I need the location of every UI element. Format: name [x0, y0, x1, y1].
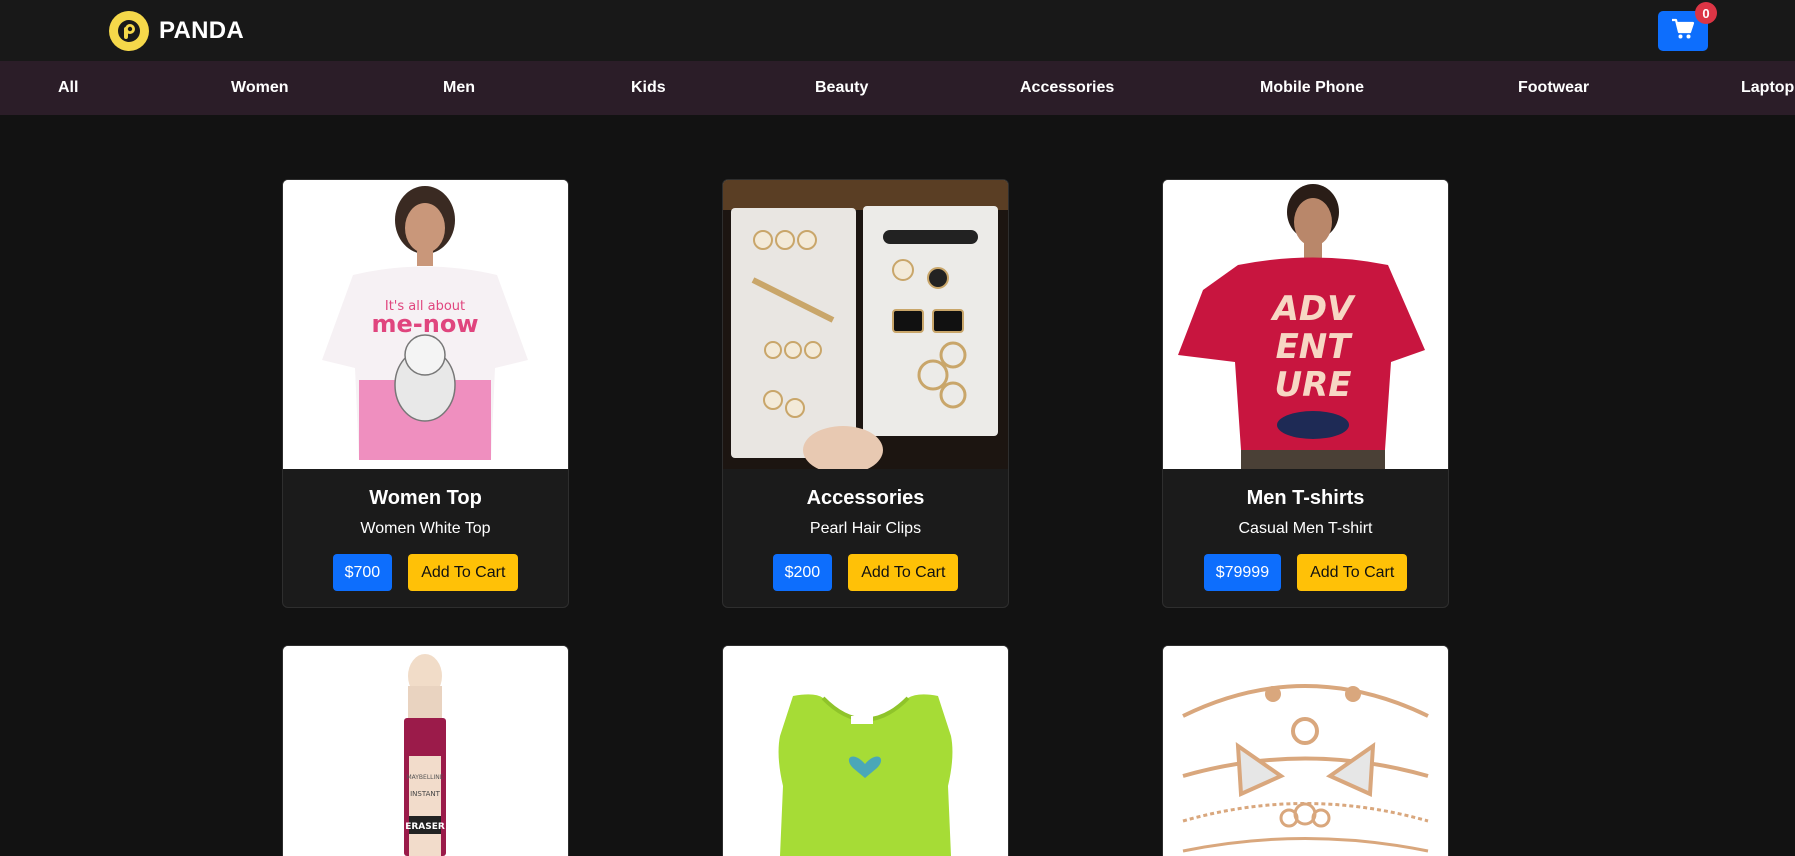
category-mobile-phone[interactable]: Mobile Phone: [1260, 61, 1364, 115]
svg-text:ENT: ENT: [1276, 327, 1354, 367]
price-button[interactable]: $200: [772, 554, 833, 591]
category-men[interactable]: Men: [443, 61, 475, 115]
cart-count-badge: 0: [1695, 2, 1717, 24]
category-women[interactable]: Women: [231, 61, 288, 115]
category-all[interactable]: All: [58, 61, 78, 115]
svg-text:MAYBELLINE: MAYBELLINE: [406, 774, 443, 781]
product-actions: $79999 Add To Cart: [1163, 554, 1448, 607]
product-image-hair-clips[interactable]: [723, 180, 1008, 469]
product-image-concealer[interactable]: MAYBELLINE INSTANT ERASER: [283, 646, 568, 856]
brand-name: PANDA: [159, 17, 245, 44]
add-to-cart-button[interactable]: Add To Cart: [1297, 554, 1408, 591]
category-kids[interactable]: Kids: [631, 61, 666, 115]
panda-logo-icon: [109, 11, 149, 51]
add-to-cart-button[interactable]: Add To Cart: [408, 554, 519, 591]
svg-text:me-now: me-now: [372, 310, 479, 338]
product-image-kids-top[interactable]: [723, 646, 1008, 856]
product-card: [1162, 645, 1449, 856]
category-accessories[interactable]: Accessories: [1020, 61, 1114, 115]
product-actions: $700 Add To Cart: [283, 554, 568, 607]
product-title: Women Top: [369, 487, 482, 509]
product-card: ADV ENT URE Men T-shirts Casual Men T-sh…: [1162, 179, 1449, 608]
top-header: PANDA 0: [0, 0, 1795, 61]
svg-text:URE: URE: [1274, 365, 1351, 405]
product-card-body: Women Top Women White Top $700 Add To Ca…: [283, 487, 568, 607]
price-button[interactable]: $700: [332, 554, 393, 591]
product-title: Accessories: [806, 487, 925, 509]
product-card-body: Accessories Pearl Hair Clips $200 Add To…: [723, 487, 1008, 607]
product-title: Men T-shirts: [1246, 487, 1365, 509]
product-image-women-top[interactable]: It's all about me-now: [283, 180, 568, 469]
product-description: Women White Top: [360, 520, 491, 537]
product-card: [722, 645, 1009, 856]
category-nav: All Women Men Kids Beauty Accessories Mo…: [0, 61, 1795, 115]
category-footwear[interactable]: Footwear: [1518, 61, 1589, 115]
product-image-bracelets[interactable]: [1163, 646, 1448, 856]
svg-text:ERASER: ERASER: [405, 822, 445, 832]
add-to-cart-button[interactable]: Add To Cart: [848, 554, 959, 591]
product-description: Pearl Hair Clips: [809, 520, 922, 537]
product-card: It's all about me-now Women Top Women Wh…: [282, 179, 569, 608]
product-card: MAYBELLINE INSTANT ERASER: [282, 645, 569, 856]
product-image-men-tshirt[interactable]: ADV ENT URE: [1163, 180, 1448, 469]
brand[interactable]: PANDA: [109, 11, 244, 51]
price-button[interactable]: $79999: [1203, 554, 1282, 591]
product-description: Casual Men T-shirt: [1238, 520, 1373, 537]
product-card-body: Men T-shirts Casual Men T-shirt $79999 A…: [1163, 487, 1448, 607]
svg-text:ADV: ADV: [1270, 289, 1357, 329]
product-actions: $200 Add To Cart: [723, 554, 1008, 607]
shopping-cart-icon: [1671, 18, 1695, 45]
category-beauty[interactable]: Beauty: [815, 61, 868, 115]
category-laptop[interactable]: Laptop: [1741, 61, 1794, 115]
product-card: Accessories Pearl Hair Clips $200 Add To…: [722, 179, 1009, 608]
svg-text:INSTANT: INSTANT: [410, 790, 441, 798]
